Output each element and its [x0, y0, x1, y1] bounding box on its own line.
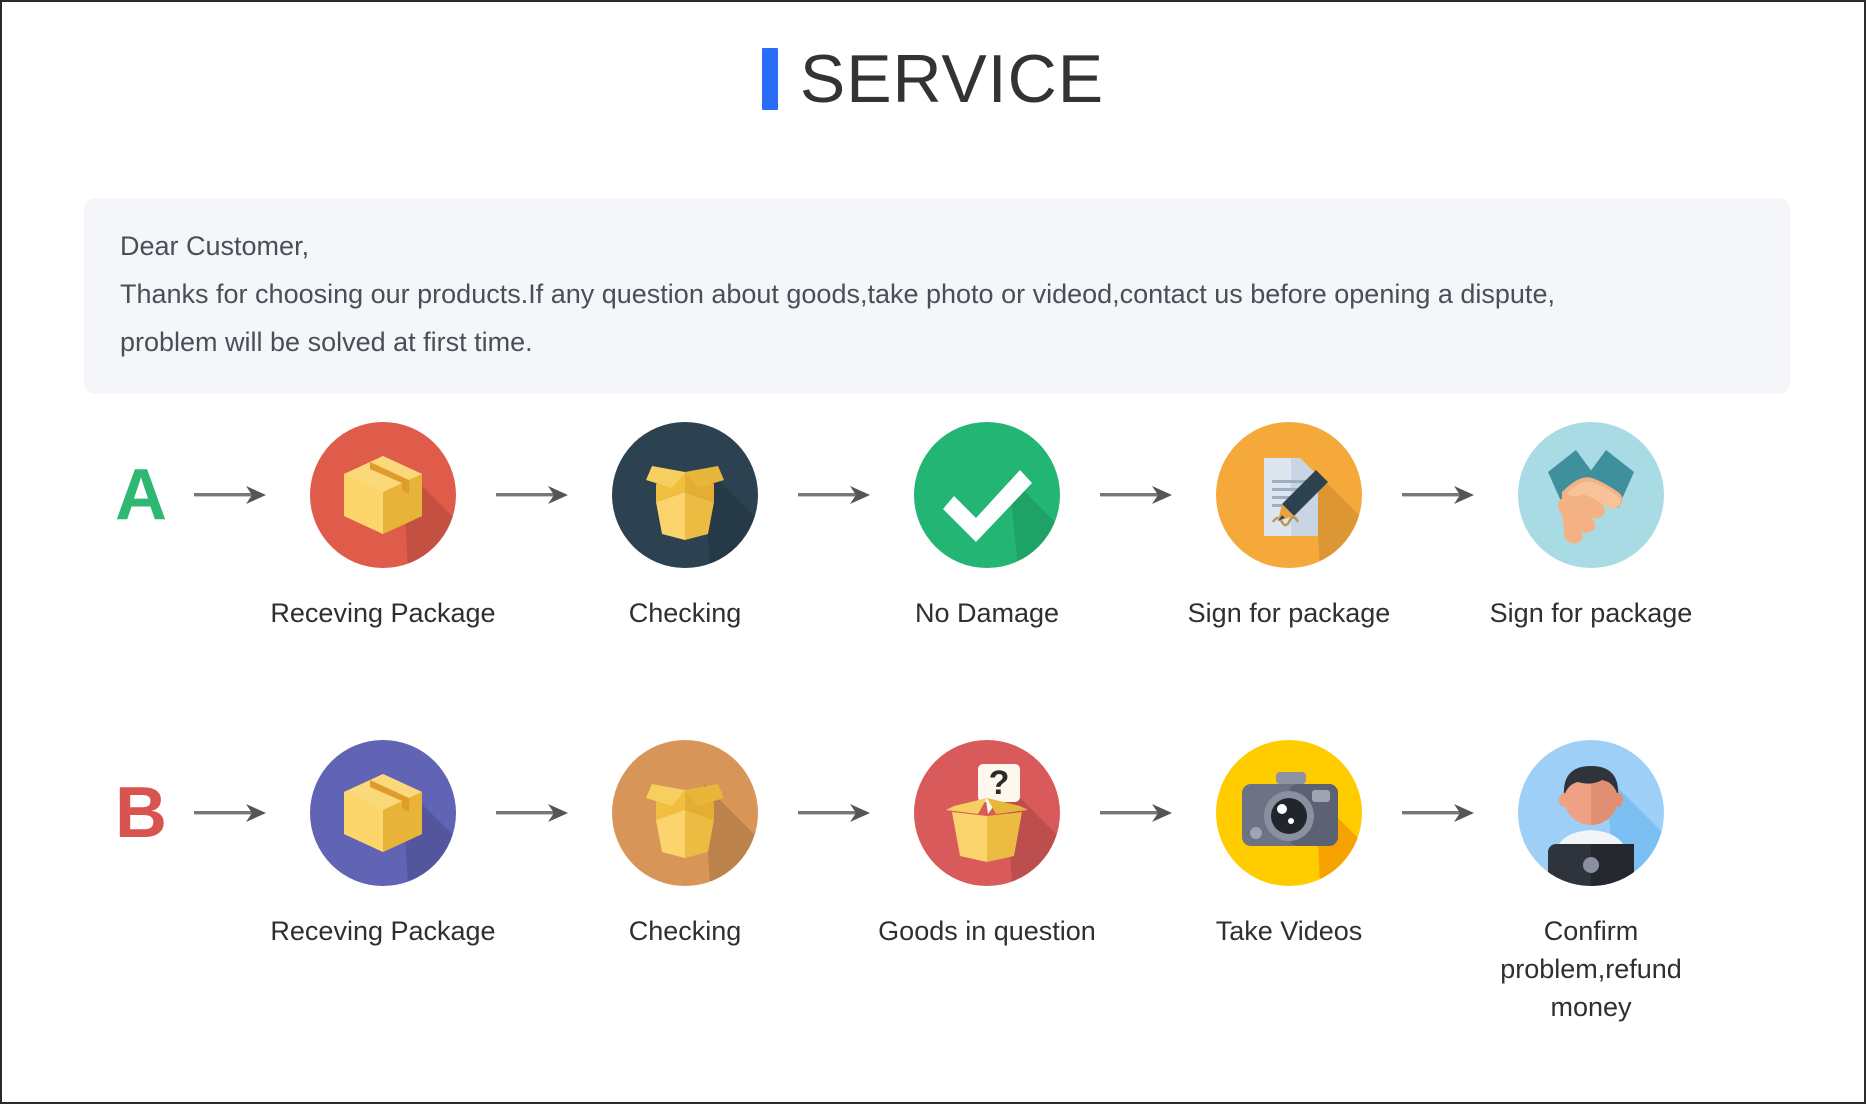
support-person-icon: [1518, 740, 1664, 886]
open-box-icon: [612, 422, 758, 568]
notice-line: Thanks for choosing our products.If any …: [120, 279, 1555, 309]
flow-arrow: [486, 740, 582, 886]
flow-step: ? Goods in question: [878, 740, 1096, 950]
flow-step: Sign for package: [1186, 422, 1392, 632]
flow-step: Take Videos: [1186, 740, 1392, 950]
flow-badge-a: A: [98, 422, 184, 568]
notice-line: problem will be solved at first time.: [120, 327, 533, 357]
flow-badge-letter: A: [115, 455, 167, 535]
flow-step: Checking: [582, 422, 788, 632]
svg-text:?: ?: [989, 764, 1010, 802]
right-arrow-icon: [1402, 482, 1478, 508]
flow-step-label: Sign for package: [1187, 598, 1391, 628]
flow-arrow: [184, 422, 280, 568]
flow-step: Confirm problem,refund money: [1488, 740, 1694, 1026]
flow-arrow: [1392, 740, 1488, 886]
customer-notice: Dear Customer, Thanks for choosing our p…: [84, 198, 1790, 394]
flow-row-a: A Receving Package Checking No Damage Sign f…: [2, 422, 1866, 632]
open-box-icon: [612, 740, 758, 886]
title-accent-bar: [761, 48, 778, 110]
service-page: SERVICE Dear Customer, Thanks for choosi…: [0, 0, 1866, 1104]
flow-step-label: Receving Package: [270, 916, 496, 946]
flow-step-label: Checking: [628, 598, 742, 628]
right-arrow-icon: [194, 482, 270, 508]
flow-arrow: [1090, 422, 1186, 568]
right-arrow-icon: [798, 482, 874, 508]
flow-arrow: [486, 422, 582, 568]
question-box-icon: ?: [914, 740, 1060, 886]
camera-icon: [1216, 740, 1362, 886]
flow-step-label: No Damage: [914, 598, 1060, 628]
flow-row-b: B Receving Package Checking? Goods in quest…: [2, 740, 1866, 1026]
flow-step: No Damage: [884, 422, 1090, 632]
flow-badge-letter: B: [115, 773, 167, 853]
closed-box-icon: [310, 740, 456, 886]
notice-line: Dear Customer,: [120, 231, 310, 261]
flow-step-label: Receving Package: [270, 598, 496, 628]
flow-step-label: Confirm problem,refund money: [1500, 916, 1682, 1022]
flow-arrow: [788, 422, 884, 568]
flow-step-label: Goods in question: [878, 916, 1096, 946]
handshake-icon: [1518, 422, 1664, 568]
right-arrow-icon: [1402, 800, 1478, 826]
flow-step: Receving Package: [270, 422, 496, 632]
flow-step-label: Sign for package: [1489, 598, 1693, 628]
flow-step-label: Take Videos: [1215, 916, 1363, 946]
flow-arrow: [1090, 740, 1186, 886]
flow-arrow: [788, 740, 884, 886]
flow-step: Checking: [582, 740, 788, 950]
check-mark-icon: [914, 422, 1060, 568]
closed-box-icon: [310, 422, 456, 568]
flow-arrow: [1392, 422, 1488, 568]
flow-badge-b: B: [98, 740, 184, 886]
flow-arrow: [184, 740, 280, 886]
right-arrow-icon: [194, 800, 270, 826]
right-arrow-icon: [798, 800, 874, 826]
page-title: SERVICE: [799, 41, 1105, 117]
right-arrow-icon: [1100, 482, 1176, 508]
page-header: SERVICE: [2, 2, 1864, 114]
flow-step-label: Checking: [628, 916, 742, 946]
flow-step: Receving Package: [270, 740, 496, 950]
right-arrow-icon: [1100, 800, 1176, 826]
signature-document-icon: [1216, 422, 1362, 568]
flow-step: Sign for package: [1488, 422, 1694, 632]
right-arrow-icon: [496, 482, 572, 508]
right-arrow-icon: [496, 800, 572, 826]
